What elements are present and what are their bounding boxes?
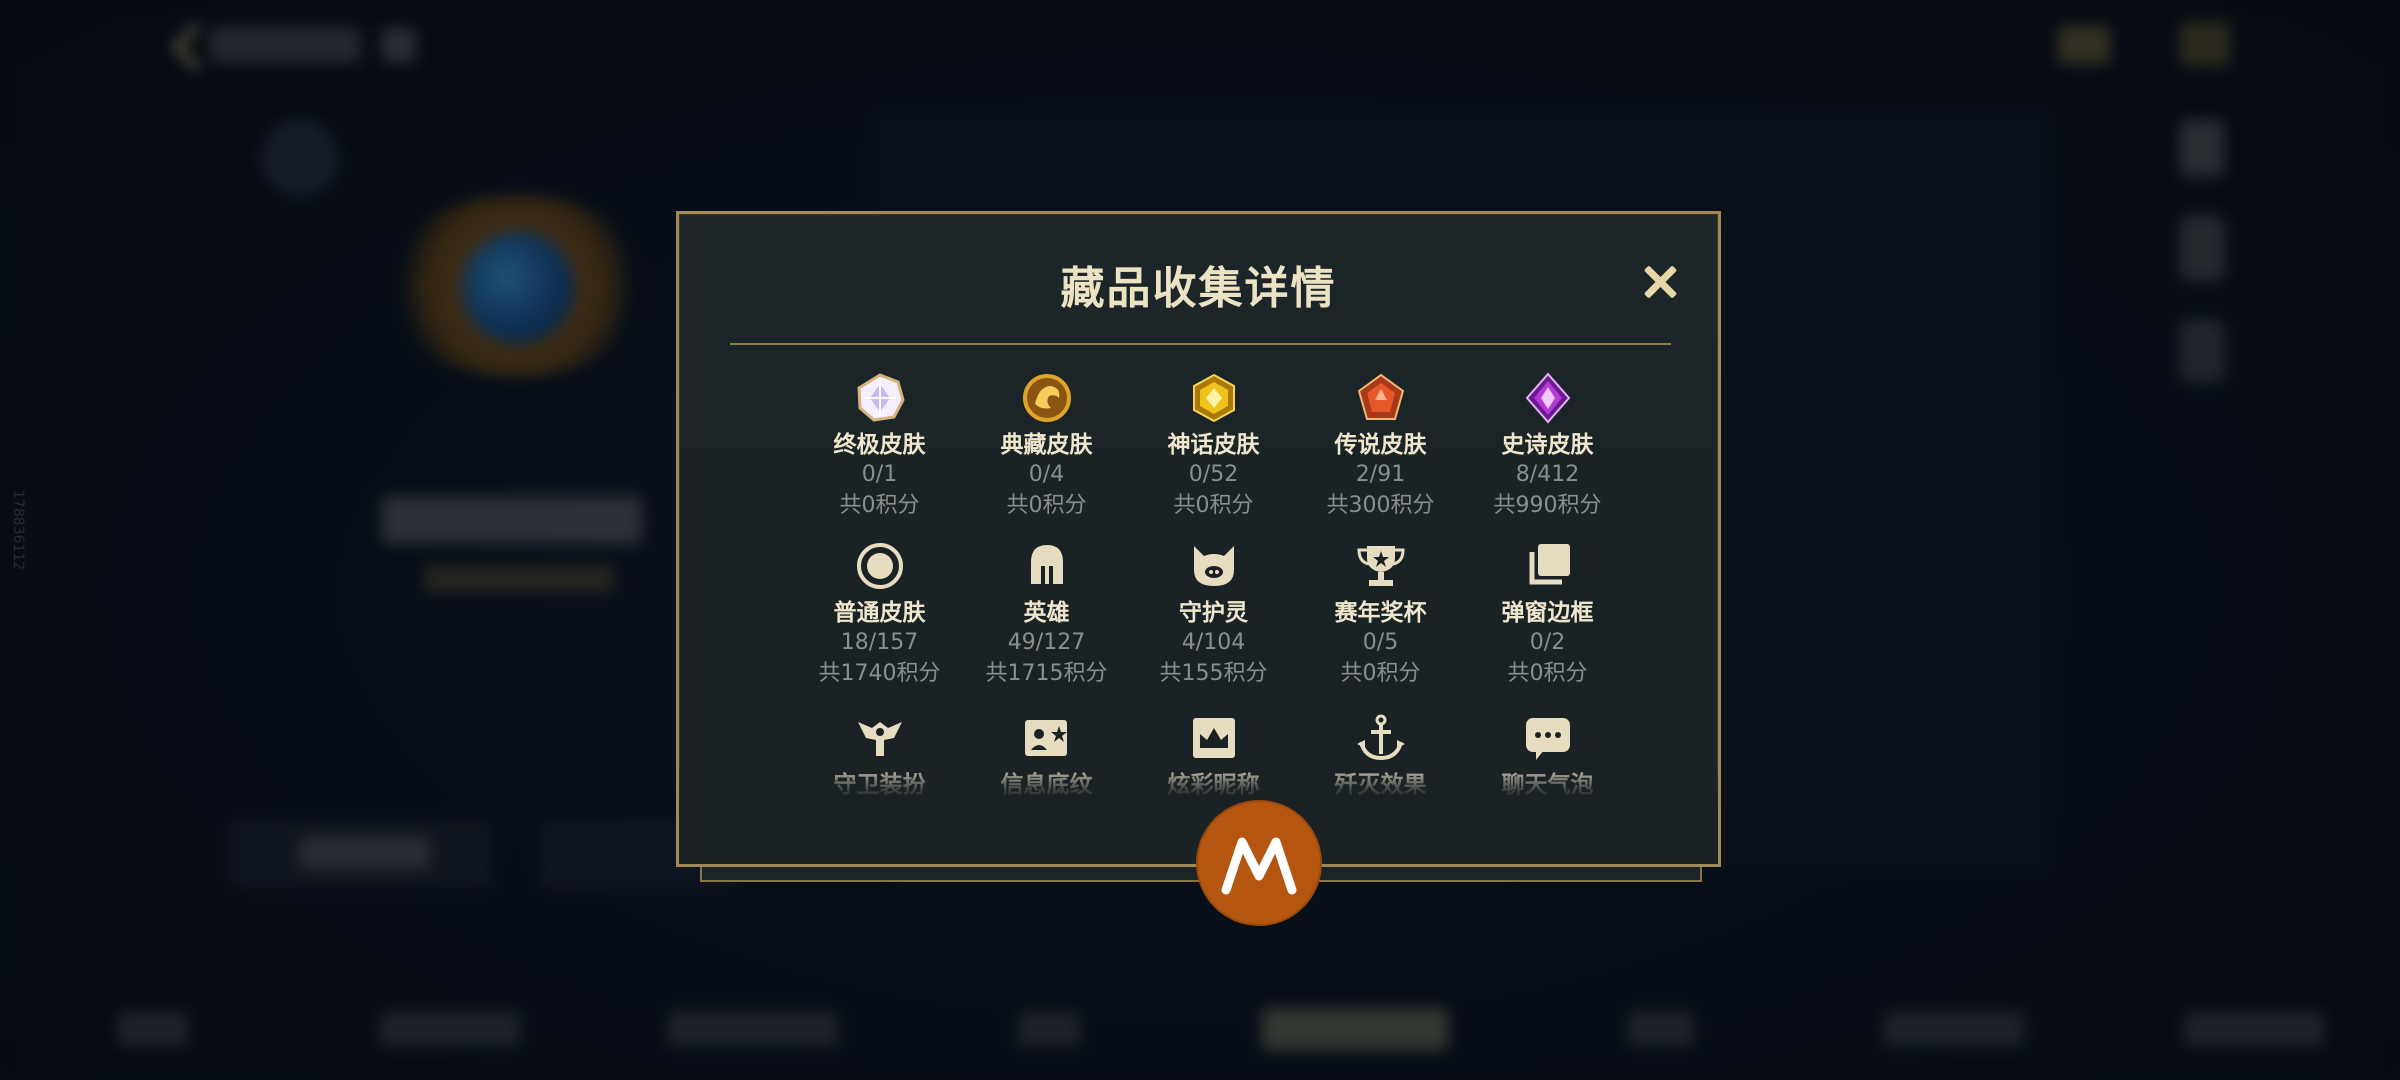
collection-item[interactable]: 歼灭效果 (1297, 712, 1464, 800)
motorola-m-logo-icon (1221, 837, 1297, 895)
collection-item-label: 英雄 (1023, 600, 1070, 626)
collection-item-count: 2/91 (1355, 462, 1406, 487)
collection-item[interactable]: 守护灵 4/104 共155积分 (1130, 540, 1297, 690)
info-card-icon (1021, 712, 1073, 764)
guardian-spirit-icon (1188, 540, 1240, 592)
collection-item[interactable]: 聊天气泡 (1464, 712, 1631, 800)
collection-item-points: 共990积分 (1493, 493, 1602, 518)
collection-item-count: 0/52 (1188, 462, 1239, 487)
chat-bubble-icon (1522, 712, 1574, 764)
collection-item[interactable]: 传说皮肤 2/91 共300积分 (1297, 372, 1464, 522)
collection-item-points: 共0积分 (1006, 493, 1087, 518)
collection-item-count: 49/127 (1007, 630, 1086, 655)
collection-item[interactable]: 英雄 49/127 共1715积分 (963, 540, 1130, 690)
mythic-skin-gem-icon (1188, 372, 1240, 424)
game-screen: 178836112 藏品收集详情 终极皮肤 0/1 共0积分 典藏皮肤 0/4 共0积分神… (0, 0, 2400, 1080)
floating-launcher-button[interactable] (1198, 802, 1320, 924)
collection-item-label: 炫彩昵称 (1167, 772, 1260, 798)
close-button[interactable] (1637, 258, 1685, 306)
collection-item[interactable]: 弹窗边框 0/2 共0积分 (1464, 540, 1631, 690)
collection-item[interactable]: 典藏皮肤 0/4 共0积分 (963, 372, 1130, 522)
normal-skin-ring-icon (854, 540, 906, 592)
trophy-icon (1355, 540, 1407, 592)
collection-item[interactable]: 史诗皮肤 8/412 共990积分 (1464, 372, 1631, 522)
collection-item-label: 典藏皮肤 (1000, 432, 1093, 458)
guard-outfit-icon (854, 712, 906, 764)
title-divider (730, 343, 1671, 345)
legend-skin-gem-icon (1355, 372, 1407, 424)
dialog-title: 藏品收集详情 (1060, 263, 1337, 314)
collection-item-label: 聊天气泡 (1501, 772, 1594, 798)
hero-helmet-icon (1021, 540, 1073, 592)
collection-item-count: 0/4 (1028, 462, 1065, 487)
collection-item-count: 18/157 (840, 630, 919, 655)
epic-skin-gem-icon (1522, 372, 1574, 424)
collection-item[interactable]: 赛年奖杯 0/5 共0积分 (1297, 540, 1464, 690)
collection-item[interactable]: 神话皮肤 0/52 共0积分 (1130, 372, 1297, 522)
crown-nameplate-icon (1188, 712, 1240, 764)
collection-item-label: 守卫装扮 (833, 772, 926, 798)
collection-item-count: 0/2 (1529, 630, 1566, 655)
collection-item-count: 0/5 (1362, 630, 1399, 655)
collection-item[interactable]: 信息底纹 (963, 712, 1130, 800)
collection-item[interactable]: 终极皮肤 0/1 共0积分 (796, 372, 963, 522)
collection-item-label: 传说皮肤 (1334, 432, 1427, 458)
popup-frame-icon (1522, 540, 1574, 592)
collection-item-count: 0/1 (861, 462, 898, 487)
collection-item-points: 共0积分 (1340, 661, 1421, 686)
collection-item-label: 神话皮肤 (1167, 432, 1260, 458)
collection-item-points: 共155积分 (1159, 661, 1268, 686)
collection-item[interactable]: 普通皮肤 18/157 共1740积分 (796, 540, 963, 690)
collection-item-label: 歼灭效果 (1334, 772, 1427, 798)
collection-item-points: 共300积分 (1326, 493, 1435, 518)
collection-item[interactable]: 守卫装扮 (796, 712, 963, 800)
collection-item-label: 普通皮肤 (833, 600, 926, 626)
collection-item-count: 4/104 (1181, 630, 1246, 655)
collection-item-points: 共0积分 (839, 493, 920, 518)
collection-item-points: 共0积分 (1507, 661, 1588, 686)
collection-grid[interactable]: 终极皮肤 0/1 共0积分 典藏皮肤 0/4 共0积分 神话皮肤 0/52 共0积分 传说皮肤 2/… (796, 372, 1631, 798)
collection-item[interactable]: 炫彩昵称 (1130, 712, 1297, 800)
collection-details-dialog: 藏品收集详情 终极皮肤 0/1 共0积分 典藏皮肤 0/4 共0积分 神话皮肤 0/52 共0积… (676, 211, 1721, 867)
ultimate-skin-gem-icon (854, 372, 906, 424)
collection-item-points: 共0积分 (1173, 493, 1254, 518)
collection-item-points: 共1740积分 (818, 661, 941, 686)
collection-item-label: 终极皮肤 (833, 432, 926, 458)
collection-item-label: 弹窗边框 (1501, 600, 1594, 626)
collection-item-label: 赛年奖杯 (1334, 600, 1427, 626)
collector-skin-dragon-icon (1021, 372, 1073, 424)
anchor-icon (1355, 712, 1407, 764)
collection-item-label: 史诗皮肤 (1501, 432, 1594, 458)
collection-item-label: 守护灵 (1179, 600, 1248, 626)
collection-item-count: 8/412 (1515, 462, 1580, 487)
collection-item-points: 共1715积分 (985, 661, 1108, 686)
collection-item-label: 信息底纹 (1000, 772, 1093, 798)
